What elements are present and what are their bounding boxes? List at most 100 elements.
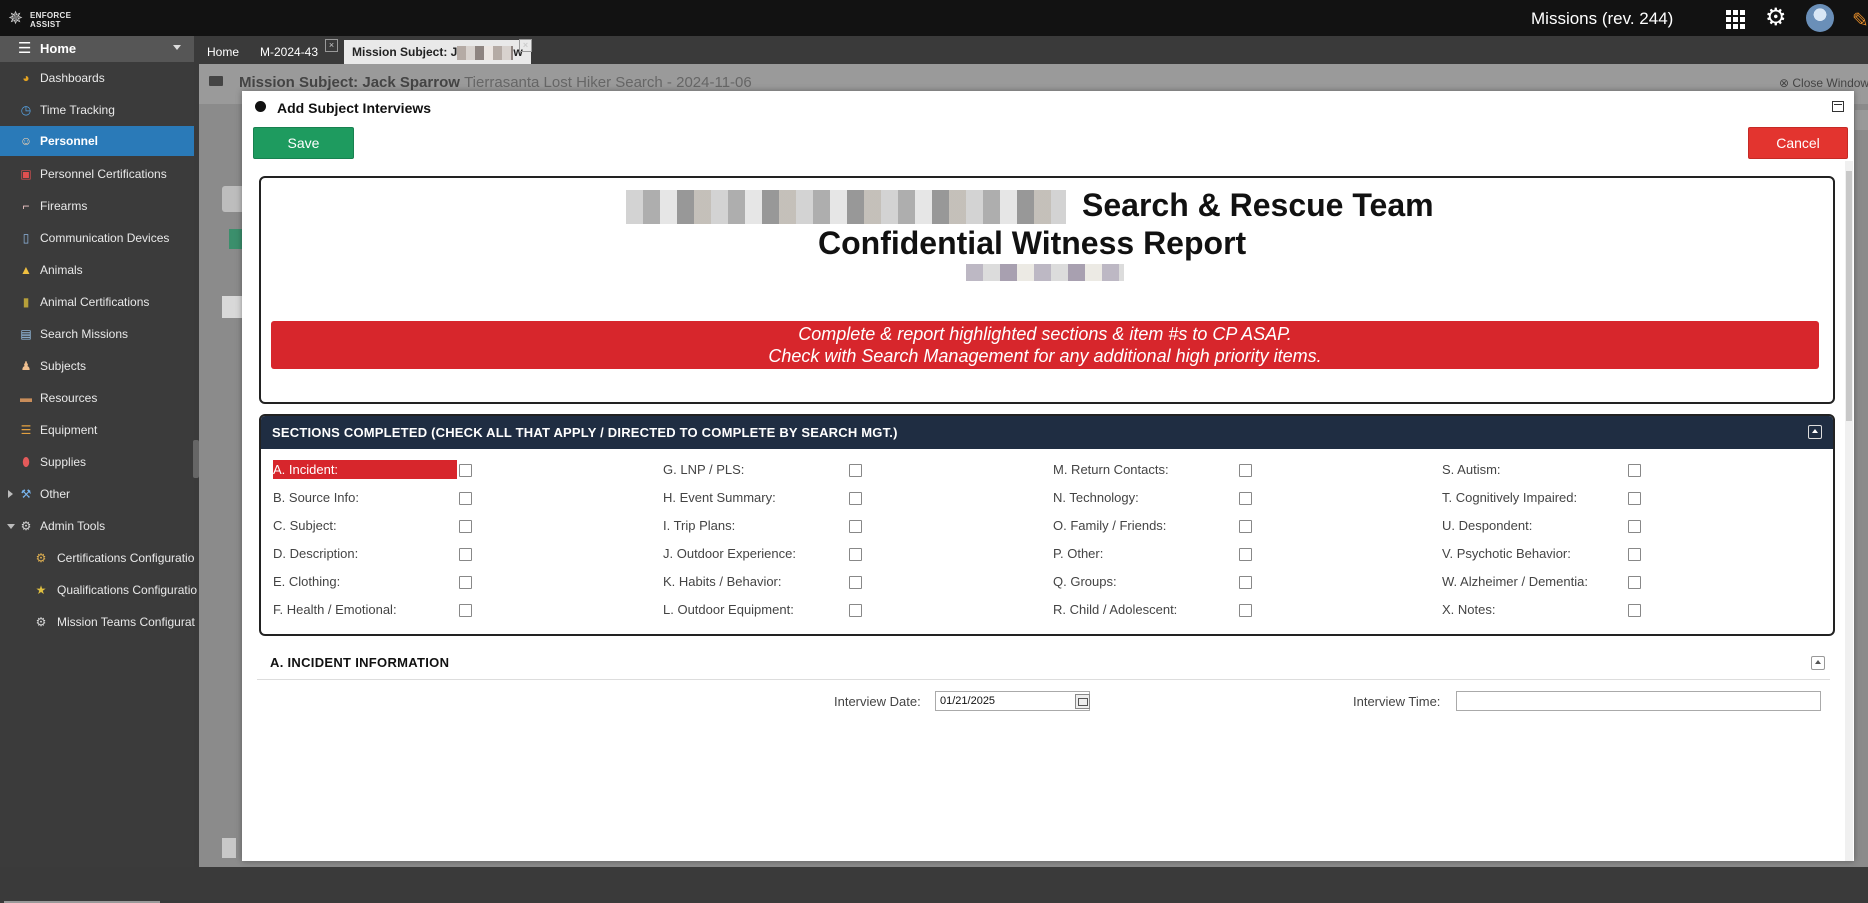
gun-icon: ⌐ (22, 199, 30, 213)
close-window-link[interactable]: ⊗ Close Window (1779, 76, 1868, 90)
section-checkbox[interactable] (1628, 576, 1641, 589)
app-logo[interactable]: ✵ ENFORCE ASSIST (8, 8, 88, 29)
sidebar-item-supplies[interactable]: ⬮ Supplies (0, 449, 194, 475)
section-checkbox-row: A. Incident: (273, 460, 633, 480)
sidebar-home[interactable]: ☰ Home (0, 36, 194, 62)
sidebar-item-admin-tools[interactable]: ⚙ Admin Tools (0, 513, 194, 539)
close-icon[interactable]: × (519, 39, 532, 52)
redacted-team-name (626, 190, 1066, 224)
tab-mission[interactable]: M-2024-43 × (252, 39, 339, 64)
section-checkbox[interactable] (849, 464, 862, 477)
chevron-down-icon[interactable] (7, 524, 15, 529)
save-button[interactable]: Save (253, 127, 354, 159)
section-checkbox[interactable] (849, 604, 862, 617)
page-title: Mission Subject: Jack Sparrow Tierrasant… (239, 74, 752, 91)
document-icon: ▤ (20, 327, 32, 341)
sidebar-item-subjects[interactable]: ♟ Subjects (0, 353, 194, 379)
sidebar-item-label: Qualifications Configuratio (57, 583, 198, 597)
tab-bar: Home M-2024-43 × Mission Subject: Jw × (199, 36, 1868, 64)
apps-grid-icon[interactable] (1726, 10, 1745, 29)
sidebar-item-resources[interactable]: ▬ Resources (0, 385, 194, 411)
sidebar-item-label: Animal Certifications (40, 295, 150, 309)
section-checkbox-label: X. Notes: (1442, 602, 1496, 617)
section-checkbox[interactable] (459, 464, 472, 477)
sidebar-item-animals[interactable]: ▲ Animals (0, 257, 194, 283)
section-checkbox[interactable] (459, 520, 472, 533)
section-checkbox[interactable] (849, 576, 862, 589)
section-checkbox[interactable] (1239, 520, 1252, 533)
sidebar-item-other[interactable]: ⚒ Other (0, 481, 194, 507)
sidebar-item-communication-devices[interactable]: ▯ Communication Devices (0, 225, 194, 251)
section-checkbox[interactable] (1239, 576, 1252, 589)
section-checkbox[interactable] (849, 492, 862, 505)
maximize-icon[interactable] (1832, 101, 1844, 112)
background-element (222, 296, 242, 318)
app-title: Missions (rev. 244) (1531, 9, 1674, 28)
section-checkbox[interactable] (1628, 604, 1641, 617)
section-checkbox[interactable] (849, 548, 862, 561)
sidebar-item-mission-teams-configuration[interactable]: ⚙ Mission Teams Configurat (0, 609, 195, 635)
sidebar-item-animal-certifications[interactable]: ▮ Animal Certifications (0, 289, 194, 315)
collapse-icon[interactable] (1808, 425, 1822, 439)
section-checkbox[interactable] (459, 604, 472, 617)
section-checkbox[interactable] (1239, 604, 1252, 617)
sidebar-item-search-missions[interactable]: ▤ Search Missions (0, 321, 194, 347)
settings-gear-icon[interactable]: ⚙ (1765, 6, 1787, 30)
sidebar-item-time-tracking[interactable]: ◷ Time Tracking (0, 97, 194, 123)
gear-icon: ⚙ (35, 615, 47, 629)
user-avatar[interactable] (1806, 4, 1834, 32)
report-title: Confidential Witness Report (818, 225, 1247, 261)
section-checkbox[interactable] (849, 520, 862, 533)
section-checkbox[interactable] (1628, 464, 1641, 477)
section-checkbox[interactable] (1628, 492, 1641, 505)
section-checkbox[interactable] (459, 492, 472, 505)
sidebar-item-equipment[interactable]: ☰ Equipment (0, 417, 194, 443)
section-checkbox-row: C. Subject: (273, 516, 633, 536)
interview-date-input[interactable] (935, 691, 1090, 711)
section-checkbox[interactable] (459, 576, 472, 589)
section-checkbox[interactable] (459, 548, 472, 561)
dialog-bullet-icon (255, 101, 266, 112)
book-icon: ▮ (22, 295, 30, 309)
sidebar-item-certifications-configuration[interactable]: ⚙ Certifications Configuratio (0, 545, 195, 571)
wrench-icon[interactable]: ✎ (1852, 8, 1868, 33)
collapse-icon[interactable] (1811, 656, 1825, 670)
subject-icon: ♟ (20, 359, 32, 373)
folder-icon (209, 76, 223, 86)
section-checkbox[interactable] (1239, 492, 1252, 505)
close-icon[interactable]: × (325, 39, 339, 52)
team-title: Search & Rescue Team (1082, 187, 1434, 223)
section-checkbox-row: G. LNP / PLS: (663, 460, 1023, 480)
section-checkbox-label: Q. Groups: (1053, 574, 1117, 589)
cancel-button[interactable]: Cancel (1748, 127, 1848, 159)
sidebar-item-qualifications-configuration[interactable]: ★ Qualifications Configuratio (0, 577, 198, 603)
section-checkbox-label: F. Health / Emotional: (273, 602, 397, 617)
sidebar-item-firearms[interactable]: ⌐ Firearms (0, 193, 194, 219)
chevron-right-icon[interactable] (8, 490, 13, 498)
redacted-text (457, 45, 514, 60)
section-checkbox-row: V. Psychotic Behavior: (1442, 544, 1802, 564)
section-checkbox[interactable] (1628, 548, 1641, 561)
interview-time-input[interactable] (1456, 691, 1821, 711)
scrollbar-thumb[interactable] (1846, 171, 1852, 421)
calendar-icon[interactable] (1075, 694, 1090, 709)
section-checkbox[interactable] (1239, 548, 1252, 561)
interview-time-label: Interview Time: (1353, 694, 1441, 709)
dialog-scrollbar[interactable] (1845, 161, 1853, 861)
section-checkbox-label: S. Autism: (1442, 462, 1501, 477)
sidebar-item-personnel-certifications[interactable]: ▣ Personnel Certifications (0, 161, 194, 187)
section-checkbox-row: J. Outdoor Experience: (663, 544, 1023, 564)
tab-mission-subject[interactable]: Mission Subject: Jw × (344, 39, 532, 64)
section-checkbox[interactable] (1239, 464, 1252, 477)
section-checkbox[interactable] (1628, 520, 1641, 533)
sidebar-item-label: Other (40, 487, 71, 501)
section-checkbox-label: N. Technology: (1053, 490, 1139, 505)
sidebar-item-dashboards[interactable]: ◕ Dashboards (0, 65, 194, 91)
section-checkbox-label: D. Description: (273, 546, 359, 561)
section-checkbox-row: N. Technology: (1053, 488, 1413, 508)
divider (257, 679, 1830, 680)
tab-home[interactable]: Home (199, 40, 247, 64)
person-icon: ☺ (19, 134, 33, 148)
sidebar-item-personnel[interactable]: ☺ Personnel (0, 126, 194, 156)
interview-date-label: Interview Date: (834, 694, 921, 709)
